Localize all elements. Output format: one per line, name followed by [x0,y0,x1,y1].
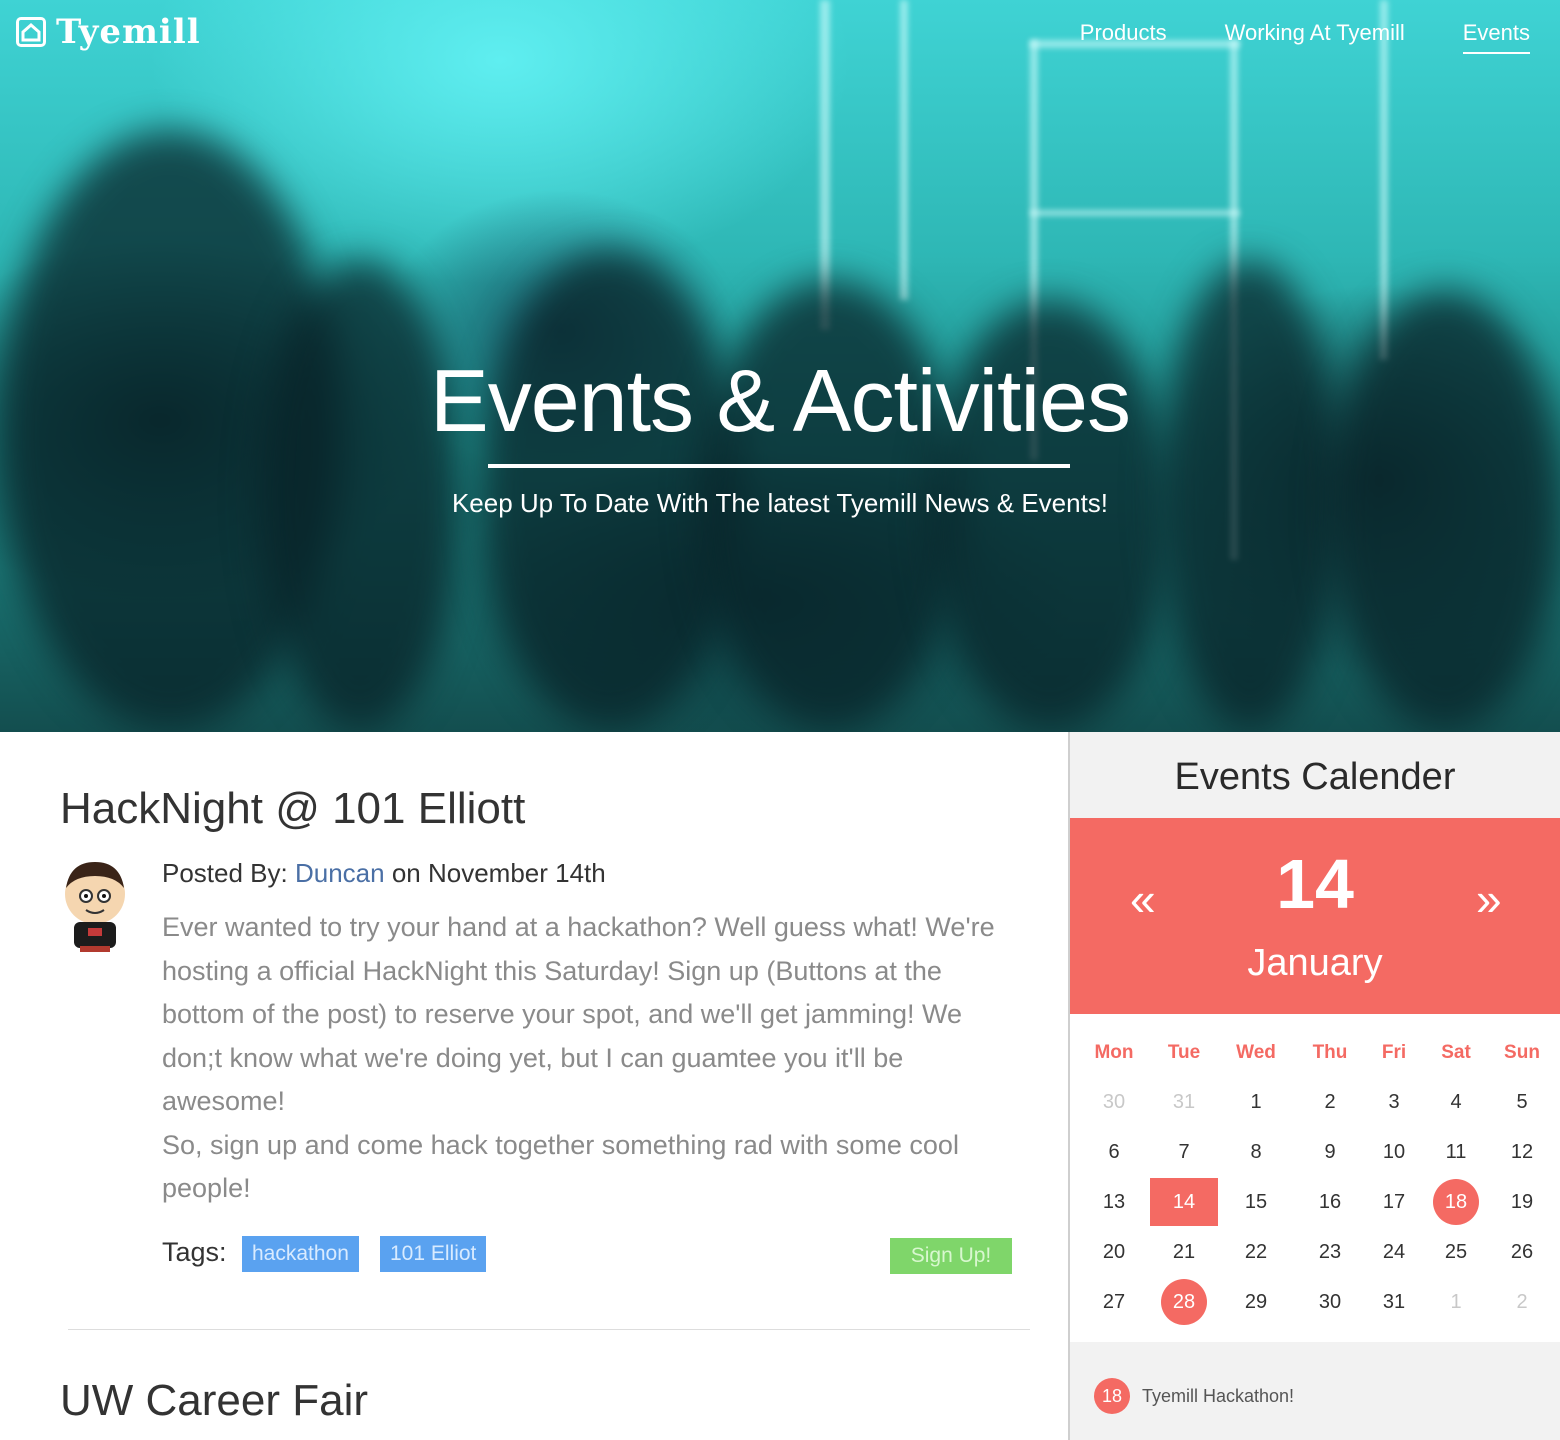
calendar-day[interactable]: 26 [1492,1232,1552,1272]
post-body-line: So, sign up and come hack together somet… [162,1129,959,1160]
calendar-day[interactable]: 12 [1492,1132,1552,1172]
calendar-day[interactable]: 4 [1426,1082,1486,1122]
tag-hackathon[interactable]: hackathon [242,1236,359,1272]
calendar-day[interactable]: 25 [1426,1232,1486,1272]
post-body-line: don;t know what we're doing yet, but I c… [162,1042,904,1073]
weekday-fri: Fri [1381,1042,1407,1063]
post-divider [68,1329,1030,1330]
post-date: on November 14th [391,858,606,888]
calendar-day[interactable]: 5 [1492,1082,1552,1122]
calendar-day[interactable]: 29 [1226,1282,1286,1322]
post-body: Ever wanted to try your hand at a hackat… [162,906,1032,1211]
calendar-day[interactable]: 23 [1300,1232,1360,1272]
post-title[interactable]: HackNight @ 101 Elliott [60,784,525,834]
calendar-day[interactable]: 31 [1364,1282,1424,1322]
calendar-day[interactable]: 1 [1426,1282,1486,1322]
calendar-day[interactable]: 6 [1084,1132,1144,1172]
nav-products[interactable]: Products [1080,20,1167,46]
calendar-month: January [1247,942,1383,984]
weekday-tue: Tue [1167,1042,1201,1063]
hero-divider [488,464,1070,468]
calendar-day[interactable]: 2 [1300,1082,1360,1122]
brand-logo[interactable]: Tyemill [16,12,201,52]
sign-up-button[interactable]: Sign Up! [890,1238,1012,1274]
post-body-line: bottom of the post) to reserve your spot… [162,999,963,1029]
calendar-day[interactable]: 28 [1161,1279,1207,1325]
calendar-day[interactable]: 3 [1364,1082,1424,1122]
weekday-thu: Thu [1312,1042,1348,1063]
next-month-button[interactable]: » [1476,872,1502,926]
calendar-day[interactable]: 14 [1150,1178,1218,1226]
calendar-day[interactable]: 8 [1226,1132,1286,1172]
hero-title: Events & Activities [430,351,1131,450]
brand-name: Tyemill [56,12,201,52]
calendar-day[interactable]: 15 [1226,1182,1286,1222]
calendar-day[interactable]: 9 [1300,1132,1360,1172]
weekday-mon: Mon [1094,1042,1134,1063]
calendar-day[interactable]: 24 [1364,1232,1424,1272]
event-list-item[interactable]: 18 Tyemill Hackathon! [1094,1378,1294,1414]
author-link[interactable]: Duncan [295,858,385,888]
calendar-day[interactable]: 30 [1300,1282,1360,1322]
events-calendar-sidebar: Events Calender « 14 » January Mon Tue Wed… [1068,732,1560,1440]
calendar-day[interactable]: 19 [1492,1182,1552,1222]
calendar-day[interactable]: 16 [1300,1182,1360,1222]
hero-subtitle: Keep Up To Date With The latest Tyemill … [451,488,1109,518]
author-avatar [65,862,125,952]
weekday-sun: Sun [1504,1042,1540,1063]
tags-label: Tags: [162,1237,227,1267]
calendar-day[interactable]: 17 [1364,1182,1424,1222]
calendar-day[interactable]: 2 [1492,1282,1552,1322]
event-label: Tyemill Hackathon! [1142,1385,1295,1406]
calendar-day[interactable]: 10 [1364,1132,1424,1172]
posted-by-label: Posted By: [162,858,288,888]
tag-101-elliot[interactable]: 101 Elliot [380,1236,487,1272]
calendar-day[interactable]: 18 [1433,1179,1479,1225]
weekday-sat: Sat [1441,1042,1471,1063]
calendar-grid: Mon Tue Wed Thu Fri Sat Sun 30 31 1 2 3 4 5 6 7 8 9 10 11 12… [1070,1014,1560,1342]
post-body-line: awesome! [162,1086,286,1116]
hero-banner: Tyemill Products Working At Tyemill Even… [0,0,1560,732]
calendar-day[interactable]: 30 [1084,1082,1144,1122]
post-body-line: Ever wanted to try your hand at a hackat… [162,912,995,942]
calendar-day[interactable]: 21 [1154,1232,1214,1272]
nav-events[interactable]: Events [1462,20,1531,54]
calendar-day[interactable]: 22 [1226,1232,1286,1272]
house-icon [16,17,46,47]
calendar-day[interactable]: 27 [1084,1282,1144,1322]
calendar-day[interactable]: 13 [1084,1182,1144,1222]
weekday-wed: Wed [1236,1042,1276,1063]
event-day-badge: 18 [1094,1378,1130,1414]
calendar-day[interactable]: 20 [1084,1232,1144,1272]
calendar-day[interactable]: 7 [1154,1132,1214,1172]
post-body-line: hosting a official HackNight this Saturd… [162,955,942,986]
calendar-day[interactable]: 31 [1154,1082,1214,1122]
calendar-header: « 14 » January [1070,818,1560,1014]
post-body-line: people! [162,1173,251,1203]
post-meta: Posted By: Duncan on November 14th [162,858,606,889]
post-title[interactable]: UW Career Fair [60,1376,368,1426]
calendar-title: Events Calender [1174,756,1456,798]
main-nav: Products Working At Tyemill Events [1022,20,1531,54]
calendar-day[interactable]: 11 [1426,1132,1486,1172]
calendar-day[interactable]: 1 [1226,1082,1286,1122]
nav-working-at-tyemill[interactable]: Working At Tyemill [1225,20,1405,46]
